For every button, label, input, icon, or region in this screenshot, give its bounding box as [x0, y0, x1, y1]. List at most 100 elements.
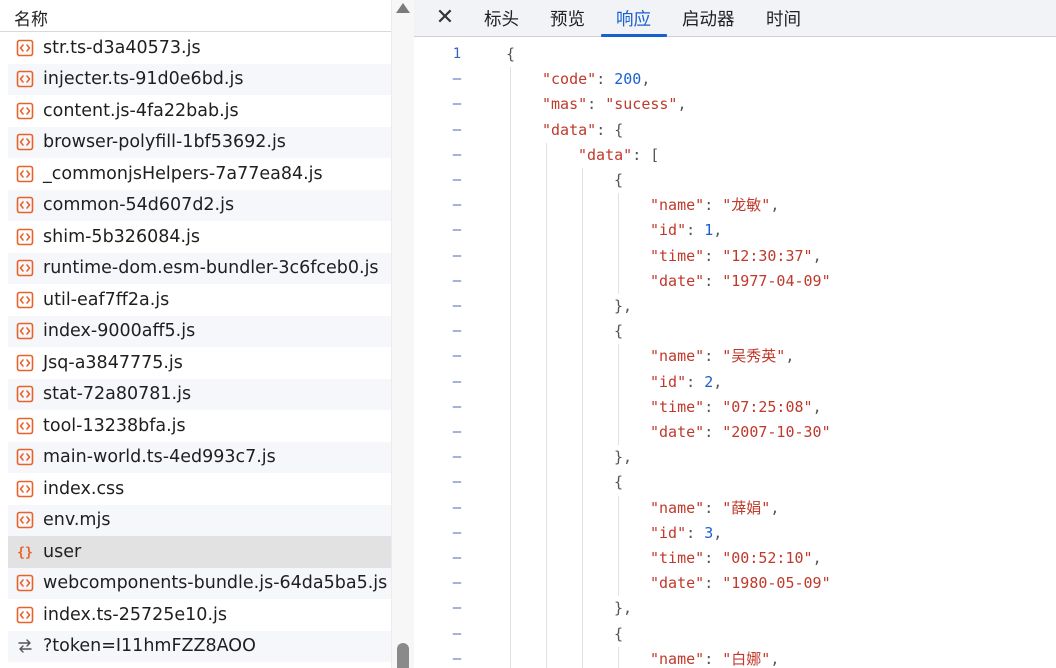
- script-file-icon: [16, 70, 34, 88]
- tab-headers[interactable]: 标头: [484, 6, 519, 31]
- script-file-icon: [16, 448, 34, 466]
- tab-timing[interactable]: 时间: [766, 6, 801, 31]
- request-rows: str.ts-d3a40573.js injecter.ts-91d0e6bd.j…: [8, 32, 391, 662]
- fold-marker[interactable]: –: [444, 244, 470, 269]
- fold-marker[interactable]: –: [444, 118, 470, 143]
- fold-marker[interactable]: –: [444, 168, 470, 193]
- request-name: stat-72a80781.js: [43, 384, 192, 405]
- script-file-icon: [16, 291, 34, 309]
- fold-marker[interactable]: –: [444, 496, 470, 521]
- json-value: "吴秀英": [722, 347, 786, 366]
- request-row[interactable]: shim-5b326084.js: [8, 221, 391, 253]
- fold-marker[interactable]: –: [444, 420, 470, 445]
- request-name: webcomponents-bundle.js-64da5ba5.js: [43, 573, 388, 594]
- json-line-content: "name": "吴秀英",: [650, 344, 794, 369]
- request-row[interactable]: content.js-4fa22bab.js: [8, 95, 391, 127]
- fold-marker[interactable]: –: [444, 294, 470, 319]
- tab-preview[interactable]: 预览: [550, 6, 585, 31]
- json-key: "code": [542, 70, 597, 89]
- request-row[interactable]: {} user: [8, 536, 391, 568]
- json-line: – "data": [: [414, 143, 1056, 168]
- fold-marker[interactable]: –: [444, 395, 470, 420]
- json-key: "date": [650, 574, 705, 593]
- fold-marker[interactable]: –: [444, 269, 470, 294]
- request-row[interactable]: main-world.ts-4ed993c7.js: [8, 441, 391, 473]
- json-line: –{: [414, 622, 1056, 647]
- fold-marker[interactable]: –: [444, 370, 470, 395]
- json-punctuation: : [: [632, 145, 660, 164]
- request-row[interactable]: common-54d607d2.js: [8, 189, 391, 221]
- request-row[interactable]: index.ts-25725e10.js: [8, 599, 391, 631]
- request-row[interactable]: index-9000aff5.js: [8, 315, 391, 347]
- json-line: – "id": 3,: [414, 521, 1056, 546]
- json-line: – "name": "薛娟",: [414, 496, 1056, 521]
- json-value: "1977-04-09": [722, 271, 831, 290]
- request-name: main-world.ts-4ed993c7.js: [43, 447, 276, 468]
- json-punctuation: :: [704, 196, 723, 215]
- request-name: browser-polyfill-1bf53692.js: [43, 132, 286, 153]
- json-line-content: {: [614, 168, 623, 193]
- json-key: "id": [650, 372, 687, 391]
- fold-marker[interactable]: –: [444, 344, 470, 369]
- json-line: –},: [414, 445, 1056, 470]
- fold-marker[interactable]: –: [444, 622, 470, 647]
- fold-marker[interactable]: –: [444, 546, 470, 571]
- json-punctuation: :: [686, 523, 705, 542]
- fold-marker[interactable]: –: [444, 67, 470, 92]
- scrollbar-thumb[interactable]: [397, 643, 409, 668]
- close-icon[interactable]: ✕: [434, 7, 456, 29]
- request-row[interactable]: str.ts-d3a40573.js: [8, 32, 391, 64]
- json-value: "龙敏": [722, 196, 771, 215]
- request-name: injecter.ts-91d0e6bd.js: [43, 69, 244, 90]
- list-scrollbar[interactable]: [391, 0, 414, 668]
- fetch-request-icon: [16, 637, 34, 655]
- fold-marker[interactable]: –: [444, 193, 470, 218]
- request-row[interactable]: Jsq-a3847775.js: [8, 347, 391, 379]
- request-row[interactable]: webcomponents-bundle.js-64da5ba5.js: [8, 567, 391, 599]
- request-row[interactable]: injecter.ts-91d0e6bd.js: [8, 63, 391, 95]
- json-line: – "date": "1977-04-09": [414, 269, 1056, 294]
- request-row[interactable]: env.mjs: [8, 504, 391, 536]
- request-name: index.css: [43, 478, 125, 499]
- fold-marker[interactable]: –: [444, 218, 470, 243]
- detail-tab-bar: ✕ 标头 预览 响应 启动器 时间: [414, 0, 1056, 37]
- request-row[interactable]: runtime-dom.esm-bundler-3c6fceb0.js: [8, 252, 391, 284]
- json-line: 1{: [414, 42, 1056, 67]
- request-name: str.ts-d3a40573.js: [43, 37, 201, 58]
- fold-marker[interactable]: –: [444, 571, 470, 596]
- json-key: "date": [650, 271, 705, 290]
- json-punctuation: ,: [770, 649, 780, 668]
- json-line: –{: [414, 470, 1056, 495]
- request-row[interactable]: stat-72a80781.js: [8, 378, 391, 410]
- script-file-icon: [16, 417, 34, 435]
- fold-marker[interactable]: –: [444, 470, 470, 495]
- json-punctuation: :: [704, 549, 723, 567]
- json-punctuation: :: [704, 246, 723, 265]
- fold-marker[interactable]: –: [444, 143, 470, 168]
- json-punctuation: :: [704, 397, 723, 416]
- fold-marker[interactable]: –: [444, 319, 470, 344]
- fold-marker[interactable]: –: [444, 647, 470, 668]
- fold-marker[interactable]: –: [444, 92, 470, 117]
- scroll-up-arrow-icon[interactable]: [396, 3, 410, 13]
- request-row[interactable]: browser-polyfill-1bf53692.js: [8, 126, 391, 158]
- json-punctuation: :: [686, 372, 705, 391]
- tab-initiator[interactable]: 启动器: [682, 6, 735, 31]
- request-row[interactable]: tool-13238bfa.js: [8, 410, 391, 442]
- json-line-content: },: [614, 294, 632, 319]
- tab-response[interactable]: 响应: [616, 6, 651, 31]
- fold-marker[interactable]: –: [444, 445, 470, 470]
- json-value: 3: [704, 523, 714, 542]
- json-punctuation: ,: [641, 70, 651, 89]
- json-value: "07:25:08": [722, 397, 813, 416]
- request-row[interactable]: index.css: [8, 473, 391, 505]
- request-row[interactable]: ?token=I11hmFZZ8AOO: [8, 630, 391, 662]
- fold-marker[interactable]: –: [444, 596, 470, 621]
- name-column-header[interactable]: 名称: [0, 0, 391, 32]
- json-punctuation: :: [596, 70, 615, 89]
- json-line-content: {: [506, 42, 515, 67]
- fold-marker[interactable]: –: [444, 521, 470, 546]
- request-row[interactable]: _commonjsHelpers-7a77ea84.js: [8, 158, 391, 190]
- json-value: "12:30:37": [722, 246, 813, 265]
- request-row[interactable]: util-eaf7ff2a.js: [8, 284, 391, 316]
